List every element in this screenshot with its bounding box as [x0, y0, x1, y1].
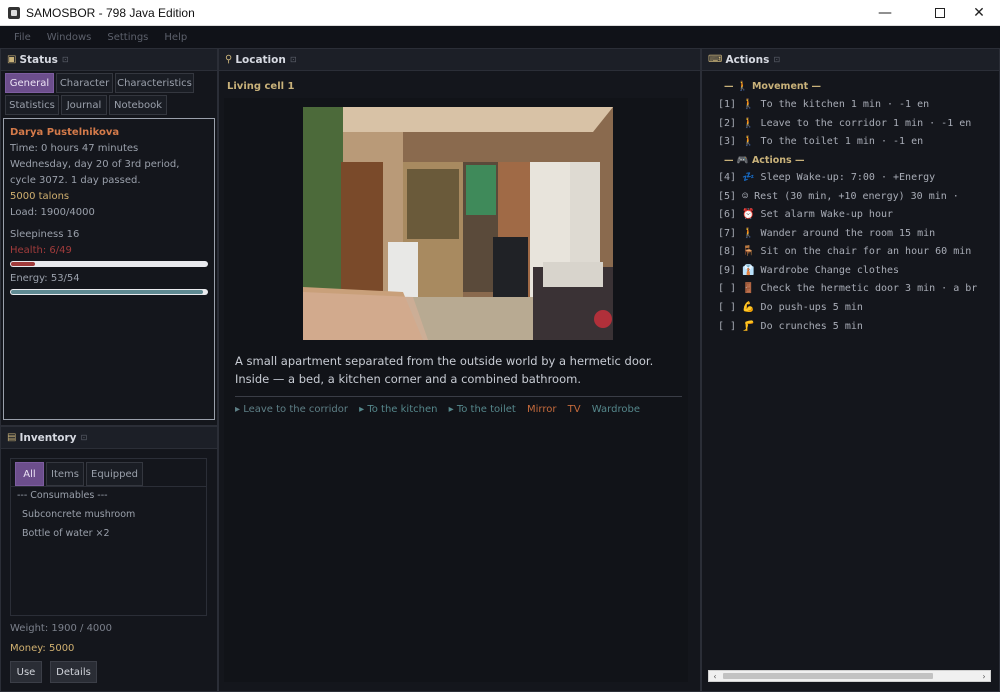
link-tv[interactable]: TV — [568, 404, 581, 415]
actions-title: Actions — [725, 53, 770, 66]
app-icon — [8, 6, 20, 19]
weight-text: Weight: 1900 / 4000 — [10, 623, 113, 634]
load-text: Load: 1900/4000 — [10, 207, 95, 218]
action-item[interactable]: [1] 🚶 To the kitchen 1 min · -1 en — [718, 99, 929, 110]
details-button[interactable]: Details — [50, 661, 97, 683]
action-item[interactable]: [4] 💤 Sleep Wake-up: 7:00 · +Energy — [718, 172, 935, 183]
window-title: SAMOSBOR - 798 Java Edition — [26, 5, 195, 20]
action-item[interactable]: [5] ☺ Rest (30 min, +10 energy) 30 min · — [718, 191, 959, 202]
movement-header: — 🚶 Movement — — [724, 81, 822, 92]
location-title: Location — [235, 53, 286, 66]
location-panel-header: ⚲ Location ⊡ — [219, 49, 700, 71]
maximize-icon — [935, 8, 945, 18]
actions-panel-header: ⌨ Actions ⊡ — [702, 49, 999, 71]
energy-bar — [10, 289, 208, 295]
backpack-icon: ▤ — [7, 432, 17, 443]
menu-settings[interactable]: Settings — [107, 32, 148, 43]
health-label: Health: 6/49 — [10, 245, 72, 256]
status-title: Status — [19, 53, 58, 66]
sleepiness-text: Sleepiness 16 — [10, 229, 80, 240]
date-text: Wednesday, day 20 of 3rd period, — [10, 159, 180, 170]
inventory-money-text: Money: 5000 — [10, 643, 75, 654]
money-text: 5000 talons — [10, 191, 70, 202]
tab-statistics[interactable]: Statistics — [5, 95, 59, 115]
health-bar-fill — [11, 262, 35, 266]
minimize-button[interactable]: — — [862, 0, 908, 26]
location-image — [303, 107, 613, 340]
location-links: ▸ Leave to the corridor ▸ To the kitchen… — [235, 404, 648, 415]
close-icon: ✕ — [973, 5, 985, 21]
link-to-toilet[interactable]: ▸ To the toilet — [449, 404, 516, 415]
location-description: A small apartment separated from the out… — [235, 354, 654, 386]
location-separator — [235, 396, 682, 397]
link-leave-corridor[interactable]: ▸ Leave to the corridor — [235, 404, 348, 415]
action-item[interactable]: [2] 🚶 Leave to the corridor 1 min · -1 e… — [718, 118, 971, 129]
inventory-panel-header: ▤ Inventory ⊡ — [1, 427, 217, 449]
inventory-divider — [11, 486, 206, 487]
link-to-kitchen[interactable]: ▸ To the kitchen — [359, 404, 437, 415]
status-panel-header: ▣ Status ⊡ — [1, 49, 217, 71]
scroll-left-icon[interactable]: ‹ — [709, 671, 721, 681]
action-item[interactable]: [8] 🪑 Sit on the chair for an hour 60 mi… — [718, 246, 971, 257]
menu-windows[interactable]: Windows — [47, 32, 92, 43]
close-button[interactable]: ✕ — [956, 0, 1000, 26]
inv-tab-all[interactable]: All — [15, 462, 44, 486]
status-details: Darya Pustelnikova Time: 0 hours 47 minu… — [3, 118, 215, 420]
inv-tab-items[interactable]: Items — [46, 462, 84, 486]
use-button[interactable]: Use — [10, 661, 42, 683]
tab-notebook[interactable]: Notebook — [109, 95, 167, 115]
inventory-title: Inventory — [19, 431, 77, 444]
panel-pin-icon[interactable]: ⊡ — [290, 55, 297, 64]
link-wardrobe[interactable]: Wardrobe — [592, 404, 640, 415]
inventory-category: --- Consumables --- — [17, 490, 108, 501]
character-name: Darya Pustelnikova — [10, 127, 120, 138]
window-titlebar: SAMOSBOR - 798 Java Edition — [0, 0, 1000, 26]
energy-label: Energy: 53/54 — [10, 273, 80, 284]
health-bar — [10, 261, 208, 267]
tab-journal[interactable]: Journal — [61, 95, 107, 115]
link-mirror[interactable]: Mirror — [527, 404, 556, 415]
panel-pin-icon[interactable]: ⊡ — [62, 55, 69, 64]
minimize-icon: — — [878, 5, 892, 21]
tab-characteristics[interactable]: Characteristics — [115, 73, 194, 93]
actions-header: — 🎮 Actions — — [724, 155, 805, 166]
status-icon: ▣ — [7, 54, 17, 65]
inventory-item-mushroom[interactable]: Subconcrete mushroom — [22, 509, 135, 520]
cycle-text: cycle 3072. 1 day passed. — [10, 175, 141, 186]
gamepad-icon: ⌨ — [708, 54, 723, 65]
actions-list: — 🚶 Movement — [1] 🚶 To the kitchen 1 mi… — [708, 71, 992, 671]
location-pin-icon: ⚲ — [225, 54, 233, 65]
actions-horizontal-scrollbar[interactable]: ‹ › — [708, 670, 991, 682]
action-item[interactable]: [ ] 🚪 Check the hermetic door 3 min · a … — [718, 283, 977, 294]
inv-tab-equipped[interactable]: Equipped — [86, 462, 143, 486]
action-item[interactable]: [7] 🚶 Wander around the room 15 min — [718, 228, 935, 239]
scroll-right-icon[interactable]: › — [978, 671, 990, 681]
menu-help[interactable]: Help — [164, 32, 187, 43]
action-item[interactable]: [3] 🚶 To the toilet 1 min · -1 en — [718, 136, 923, 147]
tab-general[interactable]: General — [5, 73, 54, 93]
menu-file[interactable]: File — [14, 32, 31, 43]
panel-pin-icon[interactable]: ⊡ — [81, 433, 88, 442]
scroll-thumb[interactable] — [723, 673, 933, 679]
location-name: Living cell 1 — [227, 81, 295, 92]
action-item[interactable]: [6] ⏰ Set alarm Wake-up hour — [718, 209, 893, 220]
panel-pin-icon[interactable]: ⊡ — [773, 55, 780, 64]
energy-bar-fill — [11, 290, 204, 294]
action-item[interactable]: [ ] 🦵 Do crunches 5 min — [718, 321, 863, 332]
inventory-item-water[interactable]: Bottle of water ×2 — [22, 528, 110, 539]
menu-bar: File Windows Settings Help — [0, 26, 1000, 48]
action-item[interactable]: [9] 👔 Wardrobe Change clothes — [718, 265, 899, 276]
time-text: Time: 0 hours 47 minutes — [10, 143, 139, 154]
tab-character[interactable]: Character — [56, 73, 113, 93]
action-item[interactable]: [ ] 💪 Do push-ups 5 min — [718, 302, 863, 313]
